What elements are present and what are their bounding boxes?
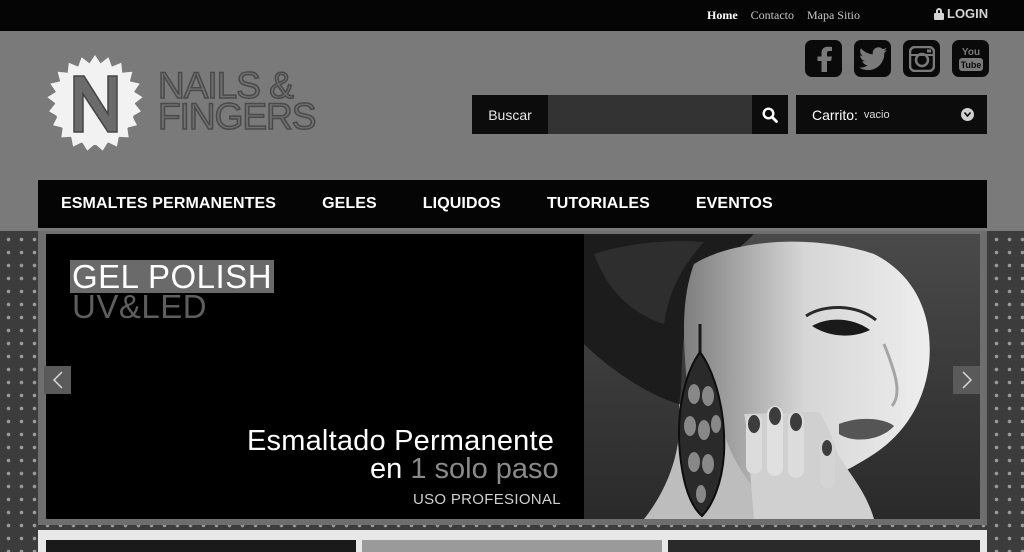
login-label: LOGIN xyxy=(947,6,989,21)
slide-headline-line1: Esmaltado Permanente xyxy=(247,425,555,457)
top-link-mapa-sitio[interactable]: Mapa Sitio xyxy=(807,8,860,23)
chevron-right-icon xyxy=(961,371,972,389)
svg-text:You: You xyxy=(961,47,979,58)
twitter-icon xyxy=(858,46,887,70)
lock-icon xyxy=(934,7,944,20)
product-banner-2[interactable] xyxy=(362,540,662,552)
instagram-link[interactable] xyxy=(903,40,940,77)
slide-headline-highlight: 1 solo paso xyxy=(410,453,559,485)
slide-subtitle: UV&LED xyxy=(72,288,208,325)
nav-item-eventos[interactable]: EVENTOS xyxy=(696,195,773,213)
slide-headline-line2: en 1 solo paso xyxy=(370,455,559,484)
search-button[interactable] xyxy=(752,95,788,134)
brand-name-line2: FINGERS xyxy=(157,96,317,137)
youtube-link[interactable]: You Tube xyxy=(952,40,989,77)
instagram-icon xyxy=(908,45,935,72)
top-bar: Home Contacto Mapa Sitio LOGIN xyxy=(0,0,1024,31)
twitter-link[interactable] xyxy=(854,40,891,77)
search-input[interactable] xyxy=(548,95,752,134)
nav-item-esmaltes-permanentes[interactable]: ESMALTES PERMANENTES xyxy=(61,195,276,213)
logo-badge-icon xyxy=(47,55,143,151)
social-links: You Tube xyxy=(805,40,989,77)
search-label: Buscar xyxy=(488,106,532,123)
slider-prev-button[interactable] xyxy=(44,366,71,394)
cart-dropdown[interactable]: Carrito: vacio xyxy=(796,95,987,134)
product-banner-3[interactable] xyxy=(668,540,980,552)
slide-model-image xyxy=(584,234,980,519)
chevron-down-icon xyxy=(961,108,974,121)
main-nav: ESMALTES PERMANENTES GELES LIQUIDOS TUTO… xyxy=(38,180,987,228)
model-photo xyxy=(584,234,980,519)
facebook-icon xyxy=(817,46,832,72)
facebook-link[interactable] xyxy=(805,40,842,77)
product-banner-1[interactable] xyxy=(46,540,356,552)
logo[interactable] xyxy=(40,50,150,160)
search-icon xyxy=(762,106,778,123)
slide-headline-prefix: en xyxy=(370,453,411,485)
chevron-left-icon xyxy=(52,371,63,389)
top-link-home[interactable]: Home xyxy=(707,8,738,23)
cart-label: Carrito: xyxy=(812,106,858,123)
cart-status: vacio xyxy=(863,108,890,121)
slider-next-button[interactable] xyxy=(953,366,980,394)
top-links: Home Contacto Mapa Sitio xyxy=(707,8,860,23)
nav-item-geles[interactable]: GELES xyxy=(322,195,377,213)
slide-tagline: USO PROFESIONAL xyxy=(413,491,561,508)
search-bar: Buscar xyxy=(472,95,788,134)
youtube-icon: You Tube xyxy=(958,47,983,71)
nav-item-liquidos[interactable]: LIQUIDOS xyxy=(423,195,501,213)
nav-item-tutoriales[interactable]: TUTORIALES xyxy=(547,195,650,213)
brand-name[interactable]: NAILS & FINGERS xyxy=(157,66,317,137)
svg-text:Tube: Tube xyxy=(960,60,981,70)
top-link-contacto[interactable]: Contacto xyxy=(751,8,794,23)
login-link[interactable]: LOGIN xyxy=(934,6,988,21)
